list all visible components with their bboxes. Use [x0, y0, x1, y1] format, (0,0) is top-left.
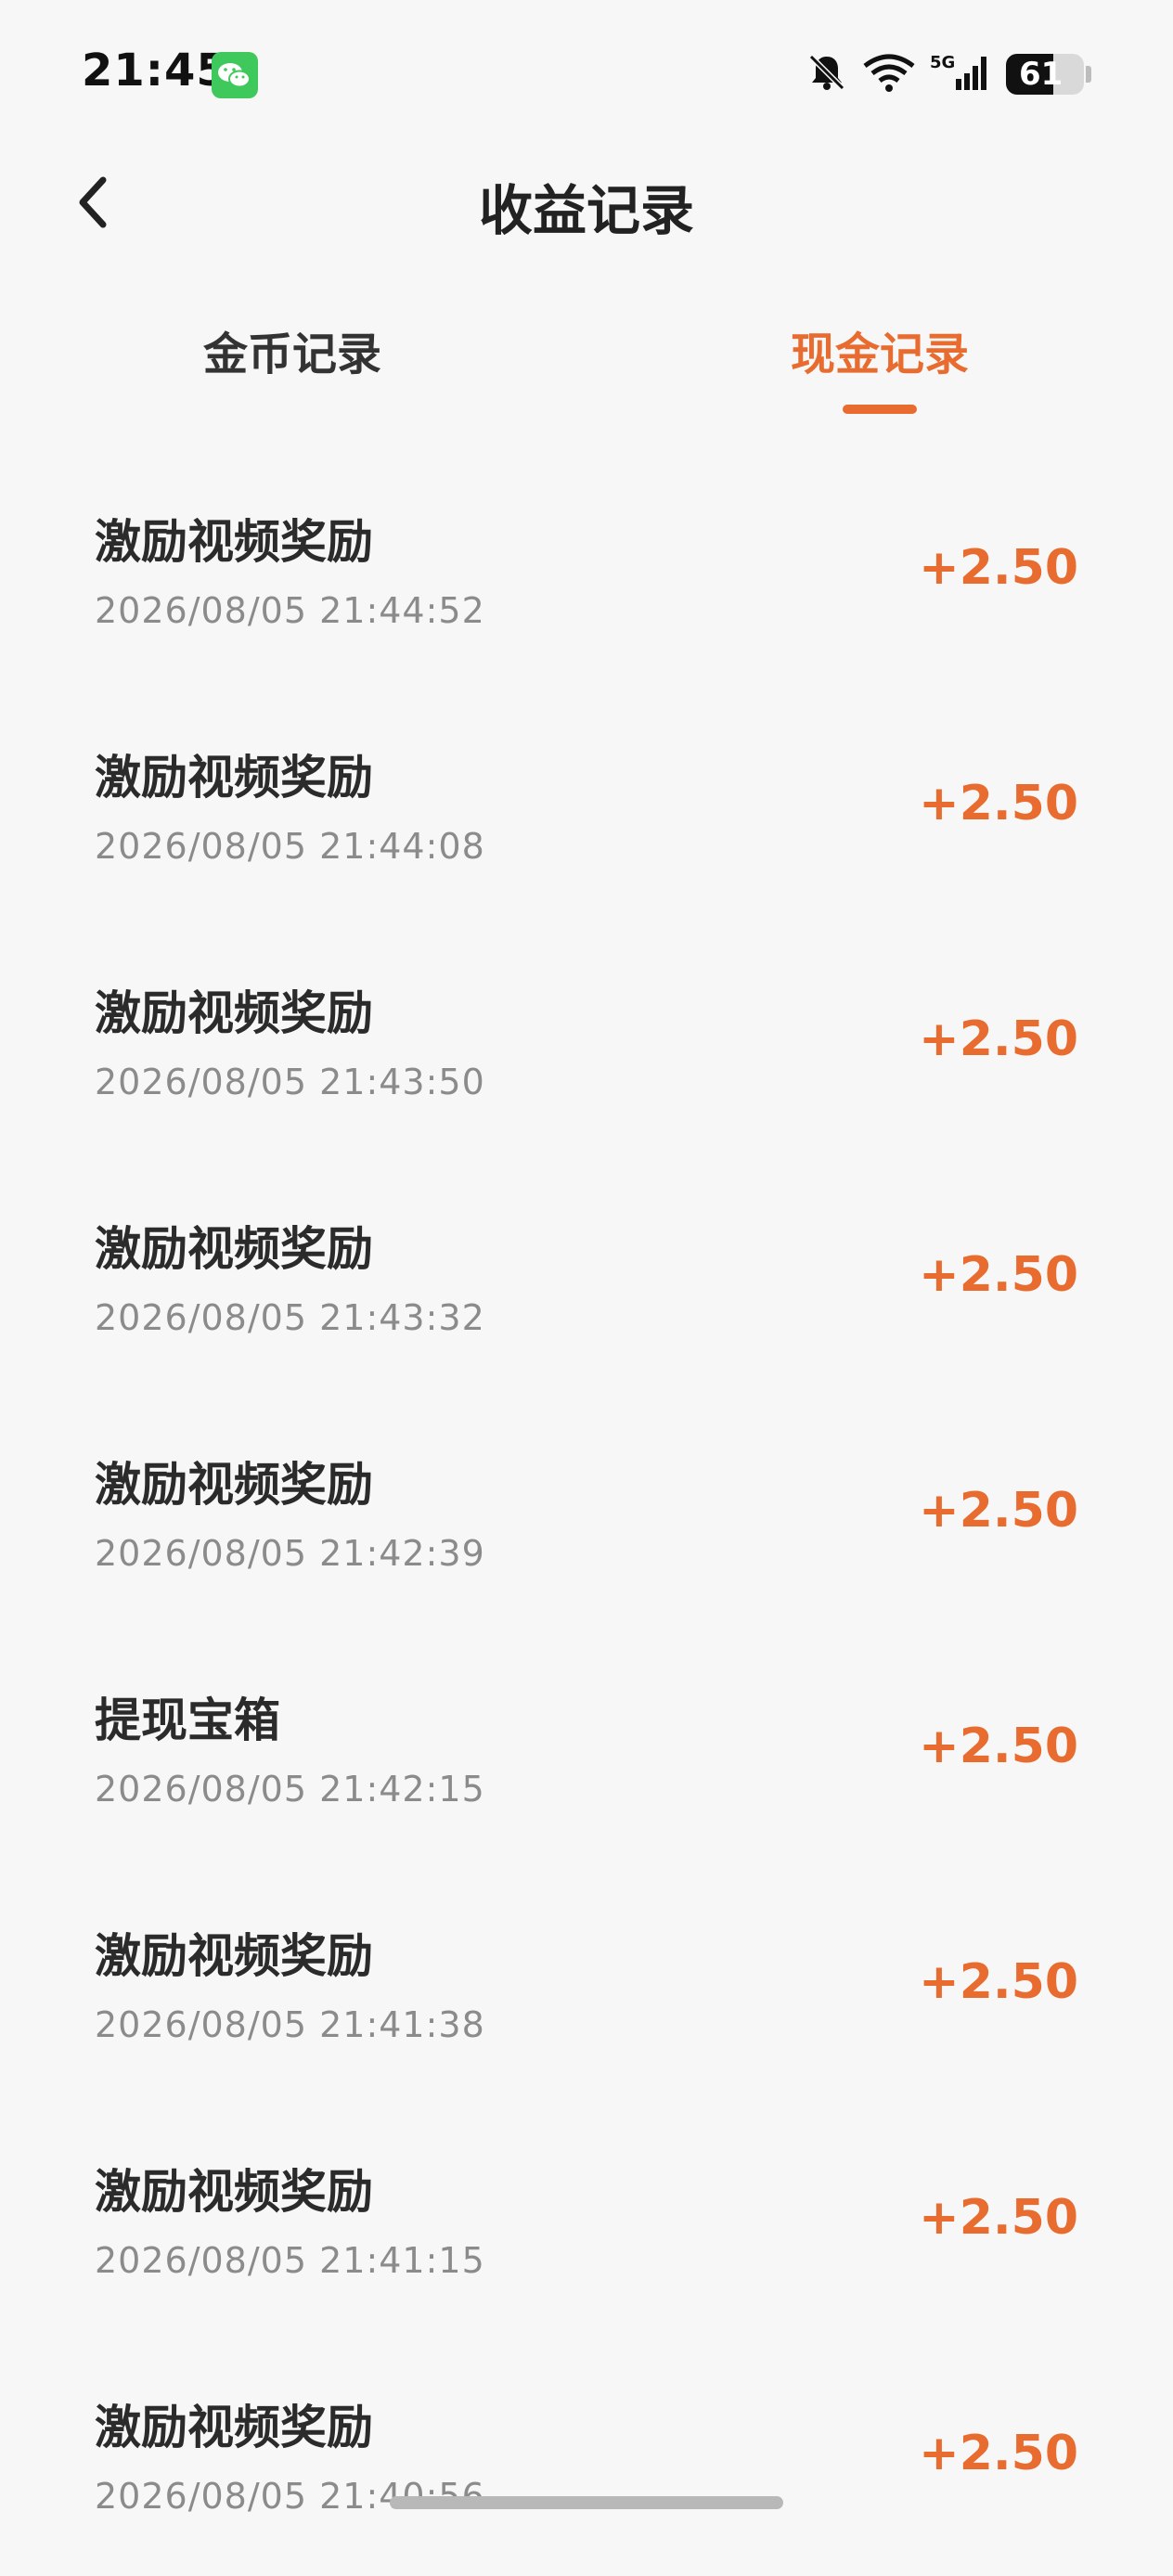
wifi-icon [861, 51, 917, 97]
tab-coin-records[interactable]: 金币记录 [97, 317, 487, 382]
record-title: 激励视频奖励 [95, 1458, 373, 1512]
record-time: 2026/08/05 21:44:52 [95, 590, 485, 631]
record-title: 激励视频奖励 [95, 1929, 373, 1983]
list-item: 激励视频奖励 2026/08/05 21:42:39 +2.50 [0, 1397, 1173, 1633]
header: 收益记录 [0, 158, 1173, 251]
status-bar: 21:45 5G 61 [0, 0, 1173, 139]
list-item: 激励视频奖励 2026/08/05 21:41:38 +2.50 [0, 1869, 1173, 2105]
record-amount: +2.50 [919, 1954, 1078, 2010]
record-time: 2026/08/05 21:41:15 [95, 2240, 485, 2281]
record-title: 提现宝箱 [95, 1694, 280, 1747]
home-indicator[interactable] [390, 2496, 783, 2509]
record-amount: +2.50 [919, 1483, 1078, 1539]
battery-tip [1086, 66, 1091, 83]
record-title: 激励视频奖励 [95, 515, 373, 569]
tab-cash-records[interactable]: 现金记录 [685, 317, 1075, 382]
page-title: 收益记录 [478, 179, 694, 242]
record-amount: +2.50 [919, 540, 1078, 596]
list-item: 激励视频奖励 2026/08/05 21:43:50 +2.50 [0, 926, 1173, 1162]
record-title: 激励视频奖励 [95, 2165, 373, 2219]
cellular-signal-icon: 5G [930, 51, 993, 97]
status-time: 21:45 [82, 45, 228, 97]
battery-level: 61 [1019, 56, 1063, 93]
record-title: 激励视频奖励 [95, 2401, 373, 2454]
list-item: 激励视频奖励 2026/08/05 21:44:08 +2.50 [0, 690, 1173, 926]
record-time: 2026/08/05 21:42:39 [95, 1533, 485, 1574]
list-item: 激励视频奖励 2026/08/05 21:40:56 +2.50 [0, 2340, 1173, 2576]
record-time: 2026/08/05 21:43:50 [95, 1062, 485, 1102]
record-amount: +2.50 [919, 1011, 1078, 1067]
record-amount: +2.50 [919, 776, 1078, 831]
record-title: 激励视频奖励 [95, 751, 373, 805]
list-item: 激励视频奖励 2026/08/05 21:44:52 +2.50 [0, 455, 1173, 690]
network-type-label: 5G [930, 53, 955, 72]
list-item: 激励视频奖励 2026/08/05 21:41:15 +2.50 [0, 2105, 1173, 2340]
record-time: 2026/08/05 21:44:08 [95, 826, 485, 867]
mute-bell-icon [806, 51, 848, 97]
active-tab-indicator [843, 405, 917, 414]
records-list: 激励视频奖励 2026/08/05 21:44:52 +2.50 激励视频奖励 … [0, 455, 1173, 2576]
record-amount: +2.50 [919, 2190, 1078, 2246]
wechat-icon [212, 52, 258, 98]
record-amount: +2.50 [919, 2426, 1078, 2481]
record-time: 2026/08/05 21:43:32 [95, 1297, 485, 1338]
record-time: 2026/08/05 21:42:15 [95, 1769, 485, 1810]
record-amount: +2.50 [919, 1247, 1078, 1303]
list-item: 提现宝箱 2026/08/05 21:42:15 +2.50 [0, 1633, 1173, 1869]
list-item: 激励视频奖励 2026/08/05 21:43:32 +2.50 [0, 1162, 1173, 1397]
record-amount: +2.50 [919, 1719, 1078, 1774]
record-time: 2026/08/05 21:41:38 [95, 2004, 485, 2045]
record-title: 激励视频奖励 [95, 986, 373, 1040]
battery-icon: 61 [1006, 54, 1084, 95]
status-icons: 5G 61 [806, 50, 1091, 98]
tab-bar: 金币记录 现金记录 [0, 306, 1173, 427]
record-title: 激励视频奖励 [95, 1222, 373, 1276]
